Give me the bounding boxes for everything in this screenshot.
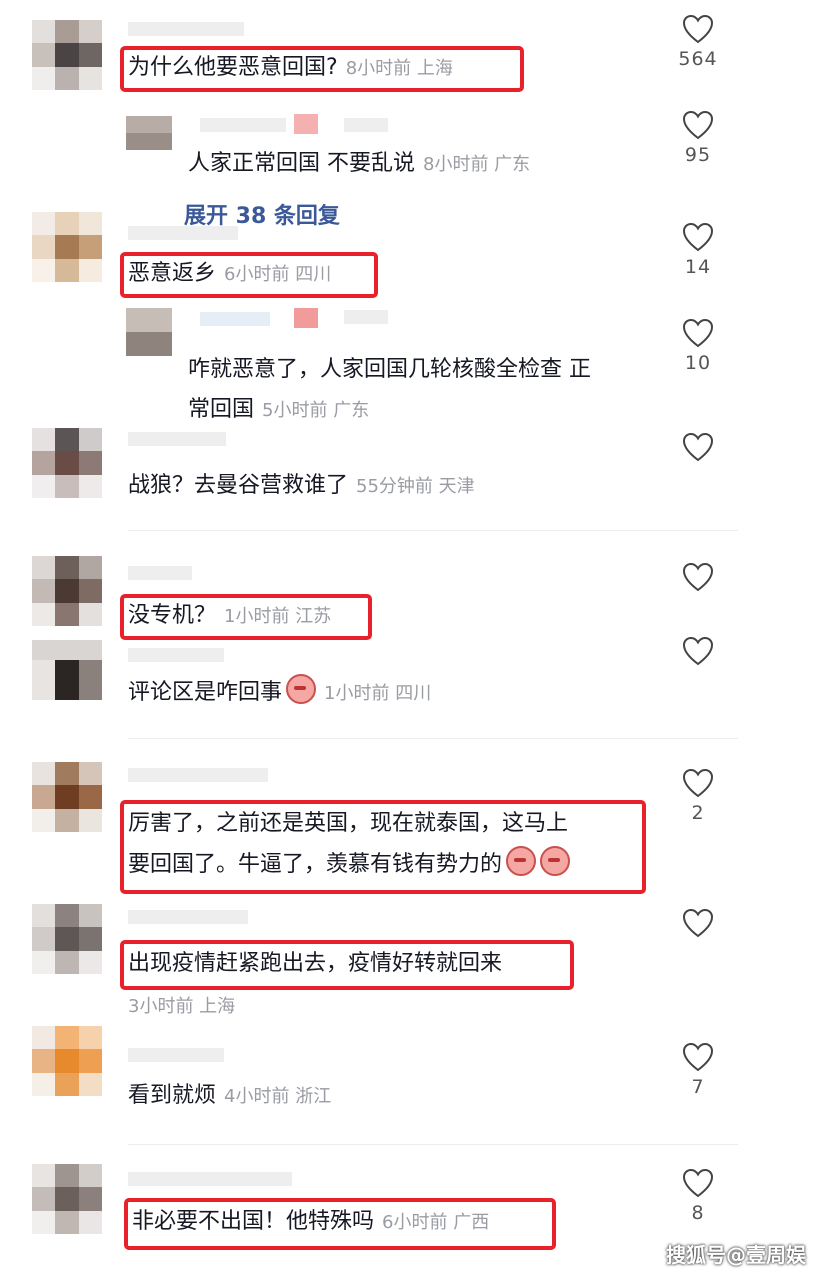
- comment-meta: 4小时前 浙江: [224, 1086, 332, 1107]
- like-count: 95: [684, 144, 712, 166]
- avatar[interactable]: [32, 1026, 102, 1096]
- username-badge: [294, 308, 318, 328]
- divider: [128, 738, 738, 739]
- like-button[interactable]: 95: [668, 110, 728, 166]
- comment-meta: 55分钟前 天津: [356, 476, 475, 497]
- like-count: 7: [691, 1076, 705, 1098]
- highlight-box: [120, 594, 372, 640]
- like-count: 2: [691, 802, 705, 824]
- comment-text: 常回国 5小时前 广东: [188, 397, 370, 422]
- crying-face-emoji-icon: [286, 674, 317, 704]
- comment-meta: 1小时前 四川: [324, 683, 432, 704]
- watermark: 搜狐号@壹周娱: [666, 1243, 806, 1267]
- like-button[interactable]: [668, 432, 728, 466]
- highlight-box: [120, 800, 646, 894]
- avatar[interactable]: [32, 1164, 102, 1234]
- avatar[interactable]: [32, 556, 102, 626]
- avatar[interactable]: [32, 640, 102, 700]
- comment-text: 人家正常回国 不要乱说 8小时前 广东: [188, 151, 531, 176]
- username-blurred[interactable]: [128, 226, 238, 240]
- username-blurred[interactable]: [128, 1172, 292, 1186]
- username-blurred[interactable]: [128, 566, 192, 580]
- heart-outline-icon: [682, 1042, 714, 1072]
- divider: [128, 530, 738, 531]
- divider: [128, 1144, 738, 1145]
- comment-meta: 5小时前 广东: [262, 400, 370, 421]
- comment-meta: 3小时前 上海: [128, 996, 236, 1017]
- highlight-box: [120, 252, 378, 298]
- comment-text: 看到就烦 4小时前 浙江: [128, 1083, 332, 1108]
- username-blurred[interactable]: [200, 118, 286, 132]
- like-button[interactable]: 14: [668, 222, 728, 278]
- avatar[interactable]: [32, 212, 102, 282]
- heart-outline-icon: [682, 636, 714, 666]
- like-count: 14: [684, 256, 712, 278]
- like-button[interactable]: 7: [668, 1042, 728, 1098]
- avatar[interactable]: [32, 428, 102, 498]
- heart-outline-icon: [682, 14, 714, 44]
- like-button[interactable]: [668, 636, 728, 670]
- username-blurred[interactable]: [128, 910, 248, 924]
- username-blurred[interactable]: [128, 648, 224, 662]
- highlight-box: [120, 46, 524, 92]
- username-blurred: [344, 118, 388, 132]
- like-button[interactable]: [668, 908, 728, 942]
- comment-meta: 8小时前 广东: [423, 154, 531, 175]
- like-count: 10: [684, 352, 712, 374]
- like-button[interactable]: 2: [668, 768, 728, 824]
- username-blurred: [344, 310, 388, 324]
- username-blurred[interactable]: [128, 1048, 224, 1062]
- like-button[interactable]: 10: [668, 318, 728, 374]
- comment-text: 咋就恶意了，人家回国几轮核酸全检查 正: [188, 357, 591, 382]
- like-count: 564: [678, 48, 718, 70]
- heart-outline-icon: [682, 110, 714, 140]
- like-button[interactable]: [668, 562, 728, 596]
- username-blurred[interactable]: [200, 312, 270, 326]
- heart-outline-icon: [682, 1168, 714, 1198]
- avatar[interactable]: [32, 762, 102, 832]
- comment-text: 战狼？去曼谷营救谁了 55分钟前 天津: [128, 473, 475, 498]
- avatar[interactable]: [126, 116, 172, 150]
- avatar[interactable]: [126, 308, 172, 356]
- username-blurred[interactable]: [128, 22, 244, 36]
- heart-outline-icon: [682, 318, 714, 348]
- like-count: 8: [691, 1202, 705, 1224]
- username-badge: [294, 114, 318, 134]
- highlight-box: [124, 1198, 556, 1250]
- heart-outline-icon: [682, 908, 714, 938]
- like-button[interactable]: 8: [668, 1168, 728, 1224]
- username-blurred[interactable]: [128, 432, 226, 446]
- heart-outline-icon: [682, 432, 714, 462]
- avatar[interactable]: [32, 904, 102, 974]
- avatar[interactable]: [32, 20, 102, 90]
- like-button[interactable]: 564: [668, 14, 728, 70]
- heart-outline-icon: [682, 768, 714, 798]
- heart-outline-icon: [682, 222, 714, 252]
- heart-outline-icon: [682, 562, 714, 592]
- highlight-box: [120, 940, 574, 990]
- username-blurred[interactable]: [128, 768, 268, 782]
- comment-text: 评论区是咋回事 1小时前 四川: [128, 674, 431, 710]
